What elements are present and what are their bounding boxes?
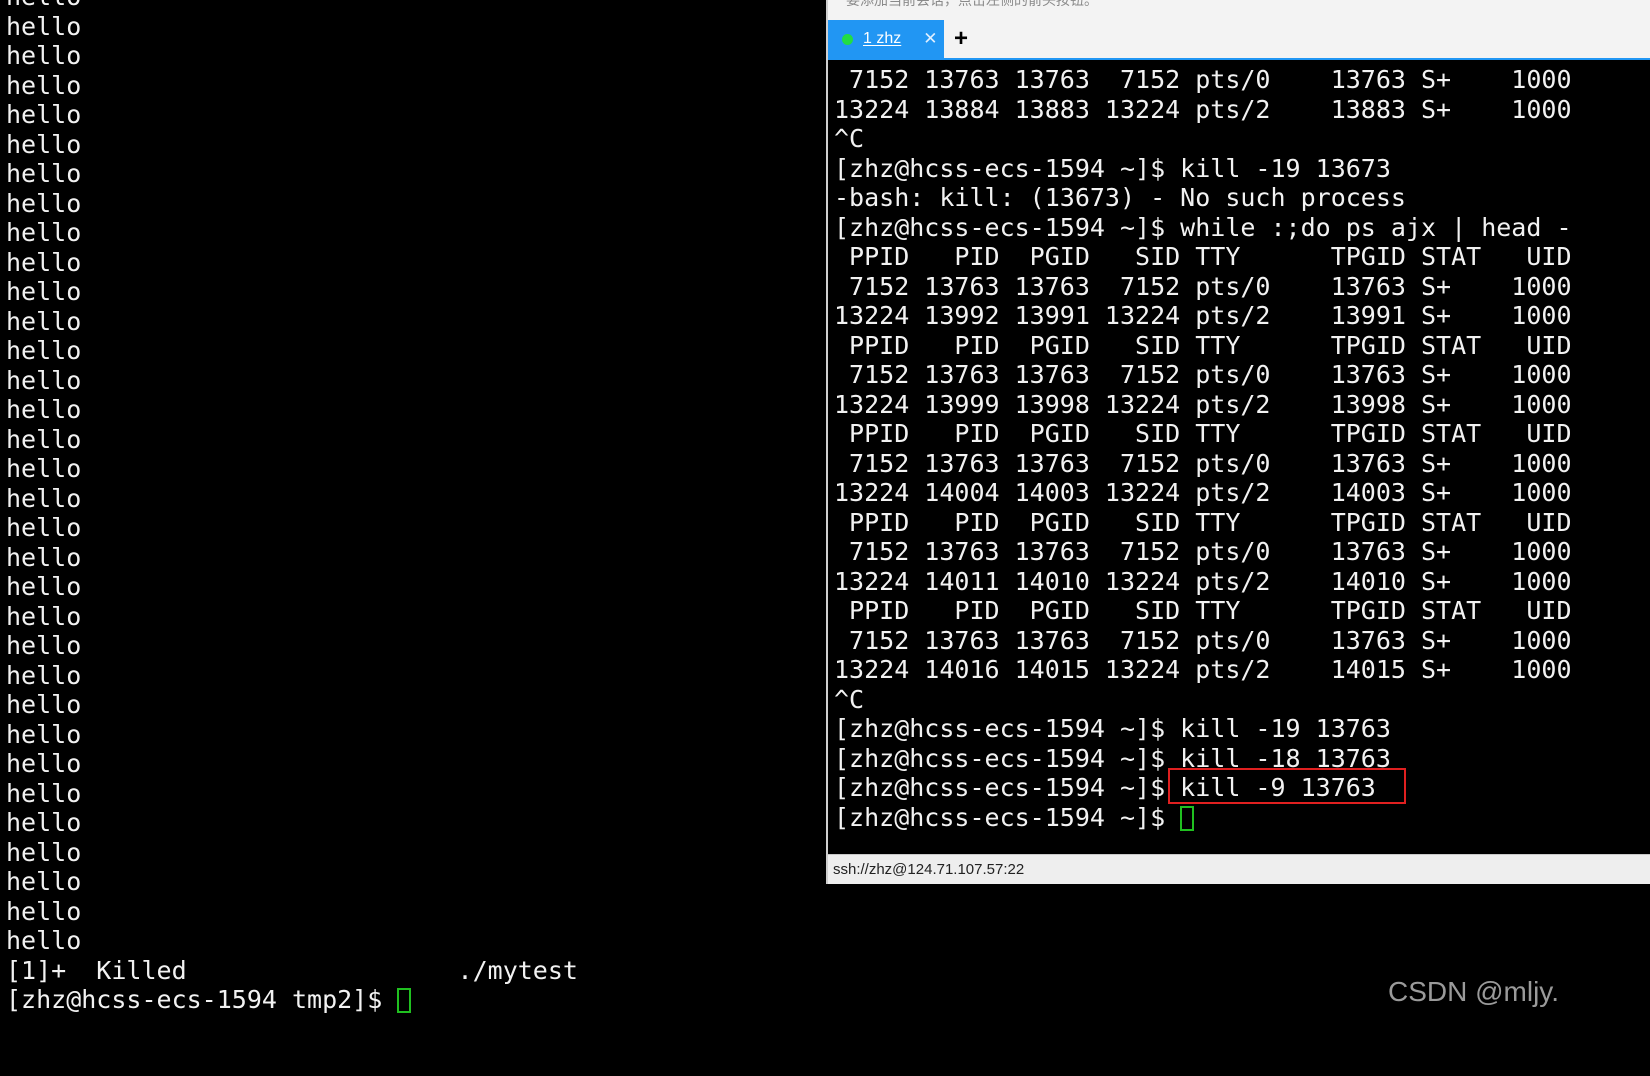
terminal-line: hello xyxy=(6,808,82,837)
terminal-line: hello xyxy=(6,601,82,631)
tab-label: 1 zhz xyxy=(863,30,902,47)
terminal-line: hello xyxy=(6,365,82,395)
prompt-line[interactable]: [zhz@hcss-ecs-1594 tmp2]$ xyxy=(6,985,578,1015)
terminal-line: PPID PID PGID SID TTY TPGID STAT UID xyxy=(834,596,1572,625)
terminal-line: hello xyxy=(6,926,82,955)
terminal-line: 7152 13763 13763 7152 pts/0 13763 S+ 100… xyxy=(834,448,1572,478)
session-hint-text: 要添加当前会话，点击左侧的箭头按钮。 xyxy=(846,0,1098,8)
terminal-line: hello xyxy=(6,631,82,660)
terminal-line: 13224 14016 14015 13224 pts/2 14015 S+ 1… xyxy=(834,655,1572,684)
terminal-line: -bash: kill: (13673) - No such process xyxy=(834,183,1406,212)
terminal-line: PPID PID PGID SID TTY TPGID STAT UID xyxy=(834,507,1572,537)
terminal-line: hello xyxy=(6,70,82,100)
terminal-line: hello xyxy=(6,41,82,70)
terminal-line: hello xyxy=(6,306,82,336)
terminal-line: hello xyxy=(6,336,82,365)
terminal-line: hello xyxy=(6,837,82,867)
terminal-line: 13224 14004 14003 13224 pts/2 14003 S+ 1… xyxy=(834,478,1572,507)
shell-prompt: [zhz@hcss-ecs-1594 tmp2]$ xyxy=(6,985,398,1014)
add-tab-button[interactable]: + xyxy=(954,24,968,54)
terminal-line: 13224 13999 13998 13224 pts/2 13998 S+ 1… xyxy=(834,389,1572,419)
left-terminal[interactable]: hello hello hello hello hello hello hello hello… xyxy=(0,0,820,1076)
close-icon[interactable]: ✕ xyxy=(923,29,937,49)
terminal-line: [zhz@hcss-ecs-1594 ~]$ kill -19 13673 xyxy=(834,153,1391,183)
ssh-terminal-output[interactable]: 7152 13763 13763 7152 pts/0 13763 S+ 100… xyxy=(828,62,1650,852)
terminal-line: hello xyxy=(6,218,82,247)
terminal-line: hello xyxy=(6,159,82,188)
terminal-line: [zhz@hcss-ecs-1594 ~]$ while :;do ps ajx… xyxy=(834,212,1572,242)
tab-zhz[interactable]: 1 zhz ✕ xyxy=(828,20,944,58)
terminal-line: hello xyxy=(6,572,82,601)
terminal-line: hello xyxy=(6,749,82,778)
terminal-line: 7152 13763 13763 7152 pts/0 13763 S+ 100… xyxy=(834,625,1572,655)
terminal-line: hello xyxy=(6,247,82,277)
terminal-line: [zhz@hcss-ecs-1594 ~]$ kill -19 13763 xyxy=(834,714,1391,743)
connection-url: ssh://zhz@124.71.107.57:22 xyxy=(833,861,1025,878)
terminal-line: hello xyxy=(6,867,82,896)
terminal-line: hello xyxy=(6,719,82,749)
terminal-line: hello xyxy=(6,660,82,690)
terminal-line: ^C xyxy=(834,684,865,714)
terminal-line: hello xyxy=(6,395,82,424)
terminal-line: 13224 13884 13883 13224 pts/2 13883 S+ 1… xyxy=(834,94,1572,124)
terminal-line: hello xyxy=(6,129,82,159)
terminal-line: ^C xyxy=(834,124,865,153)
terminal-line: 7152 13763 13763 7152 pts/0 13763 S+ 100… xyxy=(834,271,1572,301)
terminal-line: hello xyxy=(6,690,82,719)
ssh-terminal-window[interactable]: 要添加当前会话，点击左侧的箭头按钮。 1 zhz ✕ + 7152 13763 … xyxy=(826,0,1650,884)
watermark: CSDN @mljy. xyxy=(1388,976,1560,1007)
prompt-line[interactable]: [zhz@hcss-ecs-1594 ~]$ xyxy=(834,803,1572,833)
terminal-line: PPID PID PGID SID TTY TPGID STAT UID xyxy=(834,419,1572,448)
cursor-icon xyxy=(397,988,412,1013)
terminal-line: hello xyxy=(6,483,82,513)
left-terminal-output: hello hello hello hello hello hello hello hello… xyxy=(6,0,578,1015)
cursor-icon xyxy=(1180,805,1195,831)
tab-bar: 1 zhz ✕ + xyxy=(828,20,1650,60)
connected-status-icon xyxy=(842,33,853,45)
terminal-line: hello xyxy=(6,454,82,483)
ssh-terminal-lines: 7152 13763 13763 7152 pts/0 13763 S+ 100… xyxy=(834,65,1572,832)
terminal-line: hello xyxy=(6,11,82,41)
terminal-line: 7152 13763 13763 7152 pts/0 13763 S+ 100… xyxy=(834,537,1572,566)
terminal-line: hello xyxy=(6,100,82,129)
terminal-line: hello xyxy=(6,277,82,306)
terminal-line: 13224 13992 13991 13224 pts/2 13991 S+ 1… xyxy=(834,301,1572,330)
shell-prompt: [zhz@hcss-ecs-1594 ~]$ xyxy=(834,802,1181,832)
terminal-line: hello xyxy=(6,188,82,218)
terminal-line: 7152 13763 13763 7152 pts/0 13763 S+ 100… xyxy=(834,65,1572,94)
terminal-line: PPID PID PGID SID TTY TPGID STAT UID xyxy=(834,242,1572,271)
window-top-strip: 要添加当前会话，点击左侧的箭头按钮。 xyxy=(828,0,1650,20)
terminal-line: [1]+ Killed ./mytest xyxy=(6,955,578,985)
terminal-line: hello xyxy=(6,896,82,926)
terminal-line: 13224 14011 14010 13224 pts/2 14010 S+ 1… xyxy=(834,566,1572,596)
terminal-line: hello xyxy=(6,513,82,542)
terminal-line: hello xyxy=(6,778,82,808)
terminal-line: hello xyxy=(6,542,82,572)
highlight-box xyxy=(1168,768,1406,804)
terminal-line: hello xyxy=(6,424,82,454)
terminal-line: PPID PID PGID SID TTY TPGID STAT UID xyxy=(834,330,1572,360)
terminal-line: hello xyxy=(6,0,578,12)
status-bar: ssh://zhz@124.71.107.57:22 xyxy=(828,854,1650,884)
terminal-line: 7152 13763 13763 7152 pts/0 13763 S+ 100… xyxy=(834,360,1572,389)
